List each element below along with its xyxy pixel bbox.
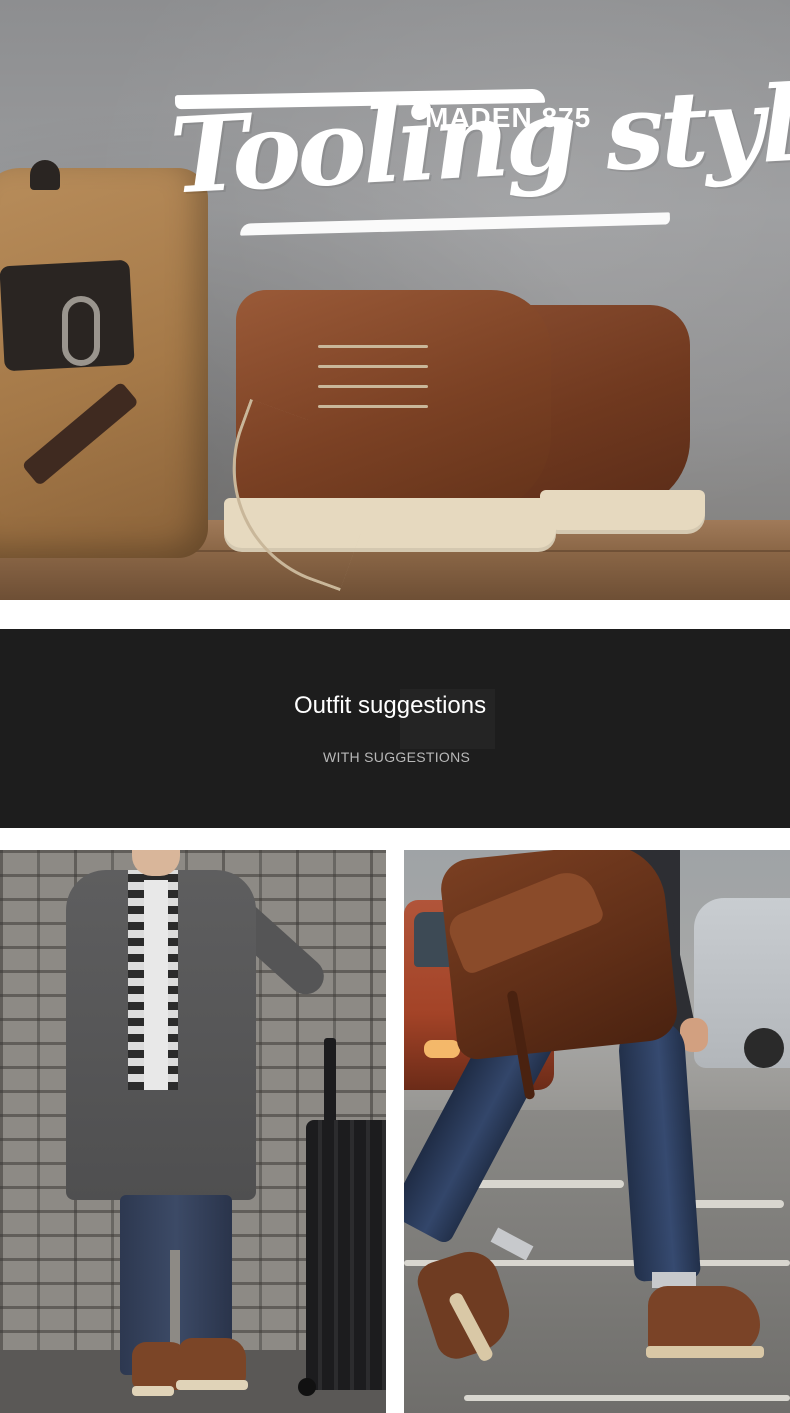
section-subheading: WITH SUGGESTIONS (323, 749, 471, 765)
car-headlight (424, 1040, 460, 1058)
boot-sole (176, 1380, 248, 1390)
brush-stroke-bottom (239, 212, 671, 236)
lace (318, 385, 428, 388)
road-marking (464, 1395, 790, 1401)
boot-sole (646, 1346, 764, 1358)
white-tee (144, 880, 168, 1090)
boot-back-sole (540, 490, 705, 534)
hero-script-title: Tooling style (167, 58, 790, 218)
boot-sole (132, 1386, 174, 1396)
lace (318, 365, 428, 368)
section-heading: Outfit suggestions (294, 692, 487, 719)
suitcase-wheel (298, 1378, 316, 1396)
hero-banner: Tooling style MADEN 875 (0, 0, 790, 600)
car-wheel (744, 1028, 784, 1068)
bag-strap (21, 381, 139, 487)
outfit-section-banner: Outfit suggestions WITH SUGGESTIONS (0, 629, 790, 828)
bag-handle (30, 160, 60, 190)
lace (318, 345, 428, 348)
worn-boot (178, 1338, 246, 1386)
lace (318, 405, 428, 408)
outfit-photo-brick-wall (0, 850, 386, 1413)
suitcase-handle (324, 1038, 336, 1126)
hero-brand-tag: MADEN 875 (425, 102, 592, 133)
outfit-photo-street (404, 850, 790, 1413)
suitcase (306, 1120, 386, 1390)
worn-boot (648, 1286, 760, 1354)
hero-title-group: Tooling style MADEN 875 (167, 59, 790, 280)
bag-metal-clip (62, 296, 100, 366)
